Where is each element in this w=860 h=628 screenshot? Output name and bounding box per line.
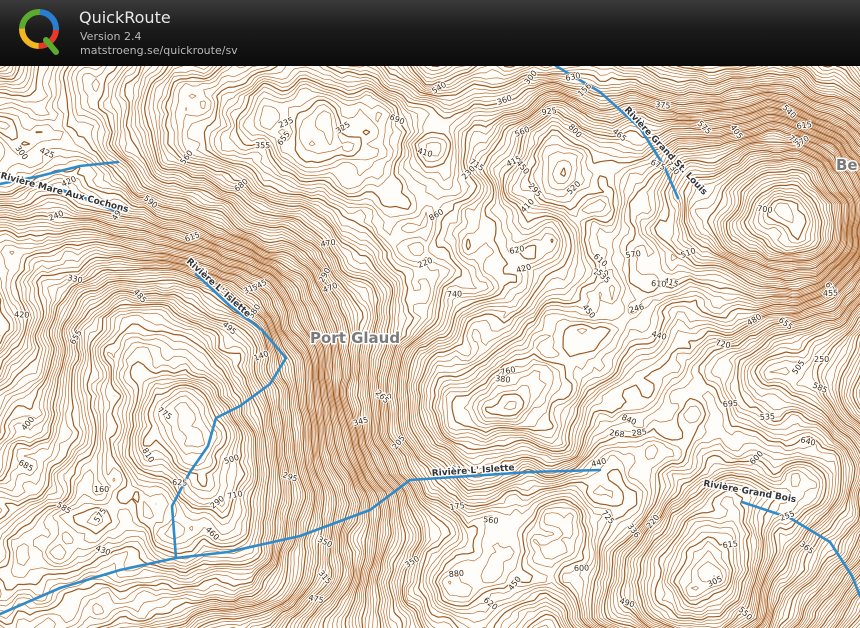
place-label-be: Be bbox=[836, 156, 858, 174]
elevation-label: 700 bbox=[757, 204, 773, 215]
elevation-label: 160 bbox=[94, 485, 109, 494]
title-bar: QuickRoute Version 2.4 matstroeng.se/qui… bbox=[0, 0, 860, 66]
elevation-label: 250 bbox=[814, 355, 829, 364]
elevation-label: 375 bbox=[655, 100, 671, 111]
elevation-label: 740 bbox=[447, 289, 463, 299]
topographic-map[interactable]: 655 620 725 775 760 810 800 695 730 720 860 880 550 5… bbox=[0, 66, 860, 628]
elevation-label: 625 bbox=[172, 478, 188, 488]
elevation-label: 380 bbox=[495, 374, 511, 385]
elevation-label: 610 bbox=[651, 279, 667, 289]
elevation-label: 695 bbox=[722, 399, 738, 409]
elevation-label: 285 bbox=[631, 427, 647, 438]
elevation-label: 615 bbox=[722, 539, 738, 550]
place-label-port-glaud: Port Glaud bbox=[310, 329, 400, 347]
elevation-label: 600 bbox=[574, 563, 590, 573]
app-version: Version 2.4 bbox=[80, 30, 142, 43]
map-canvas[interactable]: 6556207257757608108006957307208608805505… bbox=[0, 66, 860, 628]
elevation-label: 880 bbox=[448, 569, 464, 579]
elevation-label: 535 bbox=[760, 412, 776, 422]
quickroute-logo-icon bbox=[19, 9, 59, 55]
elevation-label: 455 bbox=[823, 288, 839, 298]
app-url[interactable]: matstroeng.se/quickroute/sv bbox=[80, 44, 238, 57]
elevation-label: 560 bbox=[483, 515, 499, 526]
app-name: QuickRoute bbox=[79, 8, 171, 27]
elevation-label: 355 bbox=[255, 141, 270, 150]
elevation-label: 420 bbox=[14, 310, 30, 320]
